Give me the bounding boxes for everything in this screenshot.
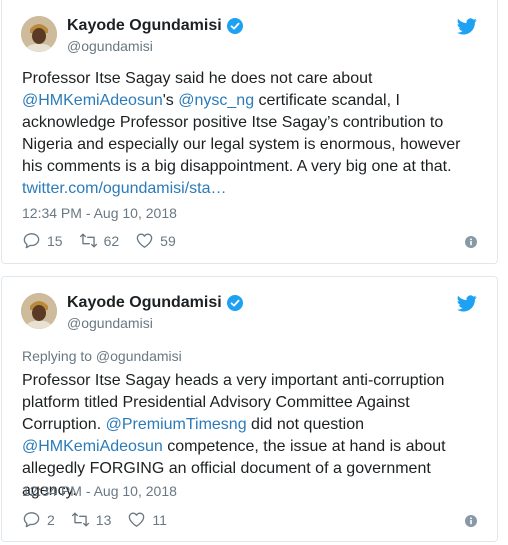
url-link[interactable]: twitter.com/ogundamisi/sta…: [22, 180, 227, 197]
retweet-icon: [71, 512, 89, 527]
reply-count: 15: [47, 232, 63, 249]
twitter-bird-icon[interactable]: [457, 18, 477, 35]
reply-count: 2: [47, 511, 55, 528]
tweet-text: Professor Itse Sagay said he does not ca…: [22, 68, 479, 200]
retweet-button[interactable]: 62: [79, 231, 120, 250]
reply-icon: [23, 233, 40, 249]
heart-icon: [129, 512, 145, 527]
text-segment: did not question: [246, 416, 365, 433]
retweet-count: 62: [103, 232, 120, 249]
text-segment: 's: [162, 92, 179, 109]
avatar[interactable]: [21, 16, 57, 52]
timestamp[interactable]: 12:34 PM - Aug 10, 2018: [22, 205, 177, 221]
timestamp[interactable]: 12:34 PM - Aug 10, 2018: [22, 483, 177, 499]
like-count: 11: [152, 511, 167, 528]
author-handle[interactable]: @ogundamisi: [67, 38, 153, 54]
tweet-card[interactable]: Kayode Ogundamisi @ogundamisi Replying t…: [1, 276, 498, 542]
info-icon[interactable]: [465, 515, 477, 527]
heart-icon: [136, 233, 153, 248]
reply-icon: [23, 512, 40, 528]
twitter-bird-icon[interactable]: [457, 295, 477, 312]
reply-button[interactable]: 15: [22, 231, 63, 250]
avatar[interactable]: [21, 293, 57, 329]
mention-link[interactable]: @HMKemiAdeosun: [22, 438, 163, 455]
verified-badge-icon: [226, 18, 243, 34]
mention-link[interactable]: @nysc_ng: [178, 92, 254, 109]
author-name[interactable]: Kayode Ogundamisi: [67, 294, 222, 312]
info-icon[interactable]: [465, 236, 477, 248]
retweet-icon: [79, 233, 97, 248]
like-button[interactable]: 59: [135, 231, 176, 250]
retweet-count: 13: [95, 511, 112, 528]
mention-link[interactable]: @HMKemiAdeosun: [22, 92, 163, 109]
like-count: 59: [160, 232, 176, 249]
reply-button[interactable]: 2: [22, 510, 55, 529]
text-segment: Professor Itse Sagay said he does not ca…: [22, 70, 373, 87]
tweet-card[interactable]: Kayode Ogundamisi @ogundamisi Professor …: [1, 0, 498, 264]
retweet-button[interactable]: 13: [71, 510, 112, 529]
verified-badge-icon: [226, 295, 243, 311]
replying-to[interactable]: Replying to @ogundamisi: [22, 348, 182, 364]
mention-link[interactable]: @PremiumTimesng: [106, 416, 247, 433]
like-button[interactable]: 11: [127, 510, 167, 529]
author-name[interactable]: Kayode Ogundamisi: [67, 17, 222, 35]
author-handle[interactable]: @ogundamisi: [67, 315, 153, 331]
